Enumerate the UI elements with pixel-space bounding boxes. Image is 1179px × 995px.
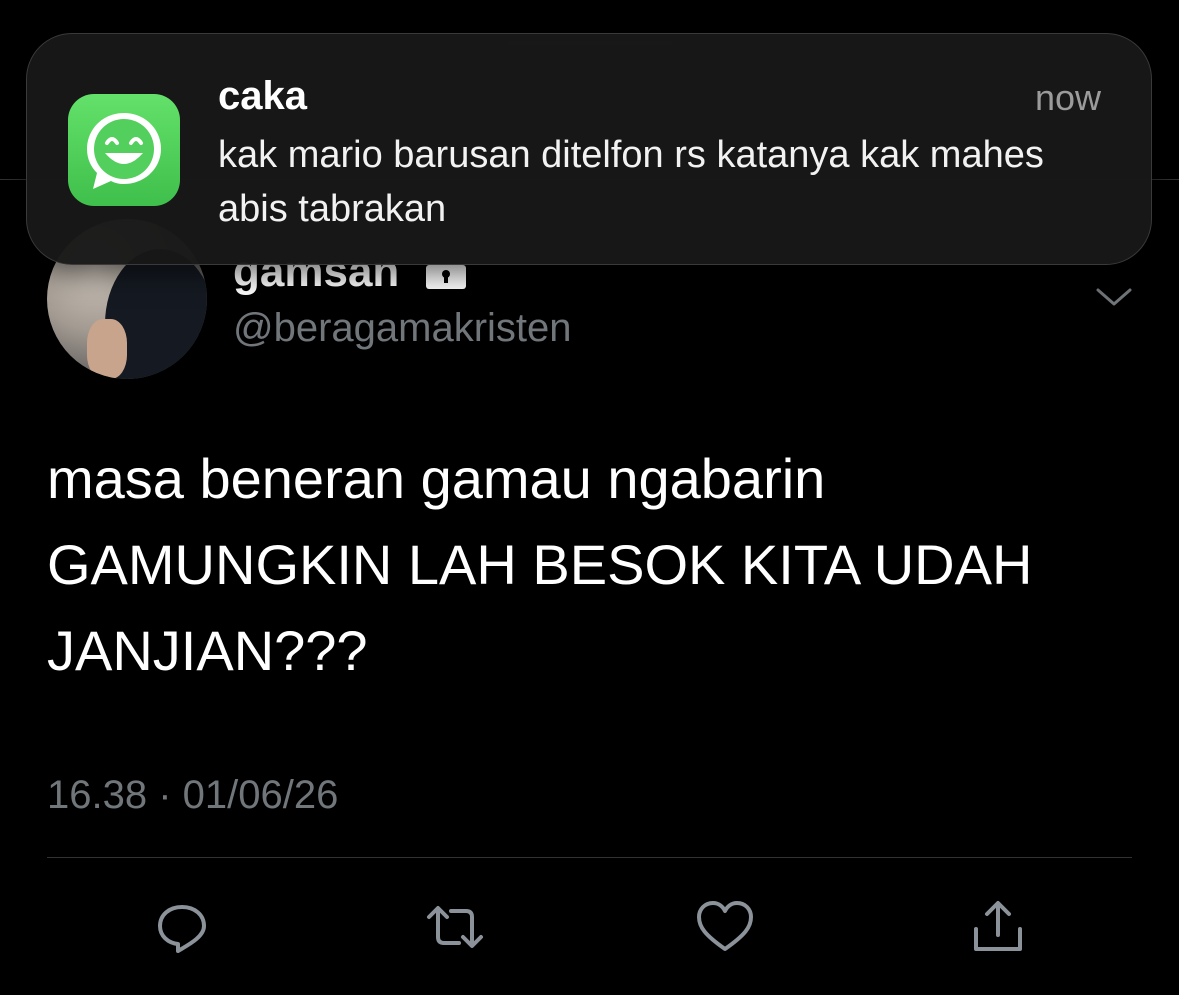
notification-banner[interactable]: caka now kak mario barusan ditelfon rs k… (26, 33, 1152, 265)
retweet-icon (427, 906, 483, 948)
notification-sender: caka (218, 74, 307, 118)
reply-button[interactable] (152, 897, 212, 957)
avatar-hand (87, 319, 127, 379)
handle[interactable]: @beragamakristen (233, 304, 572, 352)
chevron-down-icon[interactable] (1094, 284, 1134, 312)
notification-message: kak mario barusan ditelfon rs katanya ka… (218, 134, 1044, 230)
reply-icon (158, 905, 206, 953)
lock-icon (426, 265, 466, 289)
like-button[interactable] (695, 897, 755, 957)
notification-time: now (1034, 77, 1101, 118)
tweet-text: masa beneran gamau ngabarin GAMUNGKIN LA… (47, 447, 1033, 682)
heart-icon (697, 901, 753, 951)
whatsapp-smiley-icon (68, 94, 180, 206)
tweet-timestamp[interactable]: 16.38 · 01/06/26 (47, 770, 338, 820)
retweet-button[interactable] (425, 897, 485, 957)
share-button[interactable] (968, 897, 1028, 957)
share-icon (974, 901, 1022, 951)
tweet-divider (47, 857, 1132, 858)
